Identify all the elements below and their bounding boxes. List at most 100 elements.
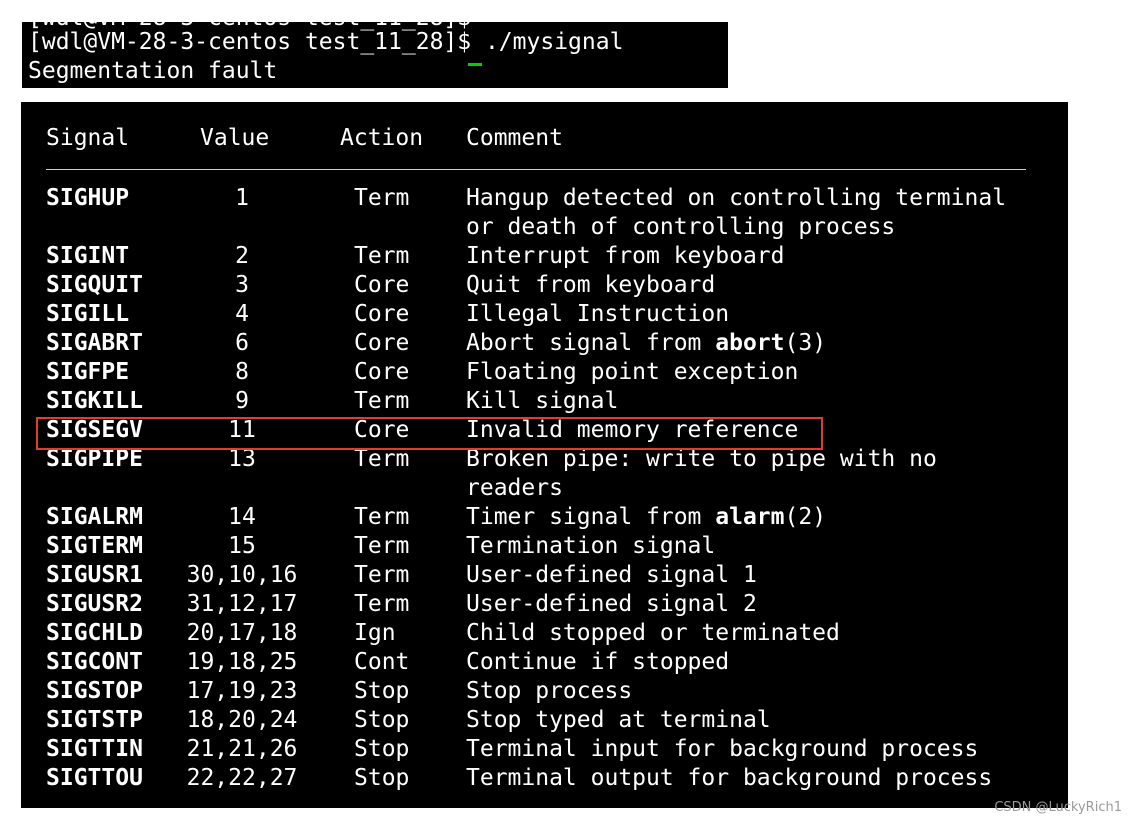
signal-action: Core <box>354 359 410 385</box>
signal-name: SIGUSR1 <box>46 562 143 588</box>
header-action: Action <box>340 125 424 151</box>
signal-name: SIGILL <box>46 301 130 327</box>
table-row: SIGCONT 19,18,25 Cont Continue if stopped <box>0 648 1068 677</box>
table-row: SIGTERM 15 Term Termination signal <box>0 532 1068 561</box>
table-row: SIGTTOU 22,22,27 Stop Terminal output for b… <box>0 764 1068 793</box>
signal-value: 4 <box>235 301 249 327</box>
sigsegv-highlight-box <box>36 417 823 450</box>
table-row: SIGILL 4 Core Illegal Instruction <box>0 300 1068 329</box>
signal-comment: Child stopped or terminated <box>466 620 840 646</box>
signal-name: SIGTERM <box>46 533 143 559</box>
table-row: SIGKILL 9 Term Kill signal <box>0 387 1068 416</box>
comment-text: Timer signal from <box>466 504 716 530</box>
signal-value: 3 <box>235 272 249 298</box>
function-name: abort <box>715 330 785 356</box>
table-row: SIGCHLD 20,17,18 Ign Child stopped or termi… <box>0 619 1068 648</box>
signal-comment: Terminal input for background process <box>466 736 979 762</box>
signal-comment: Terminal output for background process <box>466 765 993 791</box>
signal-name: SIGALRM <box>46 504 143 530</box>
header-comment: Comment <box>466 125 563 151</box>
signal-name: SIGINT <box>46 243 130 269</box>
signal-comment: Stop process <box>466 678 633 704</box>
signal-name: SIGKILL <box>46 388 143 414</box>
signal-value: 15 <box>228 533 256 559</box>
signal-comment: Floating point exception <box>466 359 799 385</box>
table-row: SIGHUP 1 Term Hangup detected on controllin… <box>0 184 1068 213</box>
signal-value: 14 <box>228 504 256 530</box>
signal-value: 22,22,27 <box>186 765 298 791</box>
signal-action: Core <box>354 330 410 356</box>
function-name: alarm <box>715 504 785 530</box>
signal-name: SIGTTIN <box>46 736 143 762</box>
signal-action: Ign <box>354 620 396 646</box>
signal-value: 21,21,26 <box>186 736 298 762</box>
signal-name: SIGTTOU <box>46 765 143 791</box>
signal-action: Core <box>354 301 410 327</box>
signal-action: Stop <box>354 678 410 704</box>
signal-name: SIGHUP <box>46 185 130 211</box>
signal-value: 8 <box>235 359 249 385</box>
signal-comment: Interrupt from keyboard <box>466 243 785 269</box>
terminal-output-line: Segmentation fault <box>28 58 278 84</box>
table-row: SIGUSR1 30,10,16 Term User-defined signal 1 <box>0 561 1068 590</box>
signal-name: SIGUSR2 <box>46 591 143 617</box>
signal-comment: Illegal Instruction <box>466 301 730 327</box>
signal-value: 30,10,16 <box>186 562 298 588</box>
table-row-continuation: or death of controlling process <box>0 213 1068 242</box>
signal-value: 31,12,17 <box>186 591 298 617</box>
signal-action: Core <box>354 272 410 298</box>
table-row: SIGABRT 6 Core Abort signal from abort(3) <box>0 329 1068 358</box>
signal-value: 17,19,23 <box>186 678 298 704</box>
signal-name: SIGSTOP <box>46 678 143 704</box>
signal-value: 9 <box>235 388 249 414</box>
signal-name: SIGQUIT <box>46 272 143 298</box>
signal-name: SIGFPE <box>46 359 130 385</box>
signal-comment-continued: or death of controlling process <box>466 214 896 240</box>
signal-name: SIGTSTP <box>46 707 143 733</box>
header-divider <box>46 169 1026 170</box>
signal-value: 18,20,24 <box>186 707 298 733</box>
table-row: SIGTTIN 21,21,26 Stop Terminal input for ba… <box>0 735 1068 764</box>
signal-comment: Timer signal from alarm(2) <box>466 503 826 532</box>
header-signal: Signal <box>46 125 130 151</box>
header-value: Value <box>200 125 270 151</box>
signal-action: Term <box>354 185 410 211</box>
signal-name: SIGABRT <box>46 330 143 356</box>
signal-comment: Abort signal from abort(3) <box>466 329 826 358</box>
signal-action: Stop <box>354 707 410 733</box>
table-row-continuation: readers <box>0 474 1068 503</box>
signal-action: Term <box>354 504 410 530</box>
terminal-prompt-line: [wdl@VM-28-3-centos test_11_28]$ ./mysig… <box>28 29 624 55</box>
signal-comment: Kill signal <box>466 388 619 414</box>
signal-value: 6 <box>235 330 249 356</box>
signal-comment: Termination signal <box>466 533 716 559</box>
signal-action: Term <box>354 388 410 414</box>
signal-comment: Hangup detected on controlling terminal <box>466 185 1007 211</box>
table-row: SIGFPE 8 Core Floating point exception <box>0 358 1068 387</box>
signal-comment: Quit from keyboard <box>466 272 716 298</box>
signal-action: Term <box>354 562 410 588</box>
comment-text: (3) <box>784 330 827 356</box>
signal-action: Term <box>354 533 410 559</box>
signal-comment: Continue if stopped <box>466 649 730 675</box>
table-row: SIGUSR2 31,12,17 Term User-defined signal 2 <box>0 590 1068 619</box>
watermark: CSDN @LuckyRich1 <box>994 800 1122 815</box>
signal-value: 19,18,25 <box>186 649 298 675</box>
signal-comment-continued: readers <box>466 475 563 501</box>
comment-text: (2) <box>784 504 827 530</box>
terminal-cursor <box>468 63 482 66</box>
signal-comment: User-defined signal 1 <box>466 562 757 588</box>
terminal-window[interactable]: [wdl@VM-28-3-centos test_11_28]$ [wdl@VM… <box>22 22 728 88</box>
signal-value: 1 <box>235 185 249 211</box>
signal-name: SIGCHLD <box>46 620 143 646</box>
table-row: SIGSTOP 17,19,23 Stop Stop process <box>0 677 1068 706</box>
signal-value: 2 <box>235 243 249 269</box>
table-row: SIGINT 2 Term Interrupt from keyboard <box>0 242 1068 271</box>
signal-name: SIGCONT <box>46 649 143 675</box>
table-row: SIGALRM 14 Term Timer signal from alarm(2) <box>0 503 1068 532</box>
signal-action: Stop <box>354 765 410 791</box>
signal-action: Cont <box>354 649 410 675</box>
signal-comment: Stop typed at terminal <box>466 707 771 733</box>
signal-comment: User-defined signal 2 <box>466 591 757 617</box>
signal-action: Term <box>354 243 410 269</box>
